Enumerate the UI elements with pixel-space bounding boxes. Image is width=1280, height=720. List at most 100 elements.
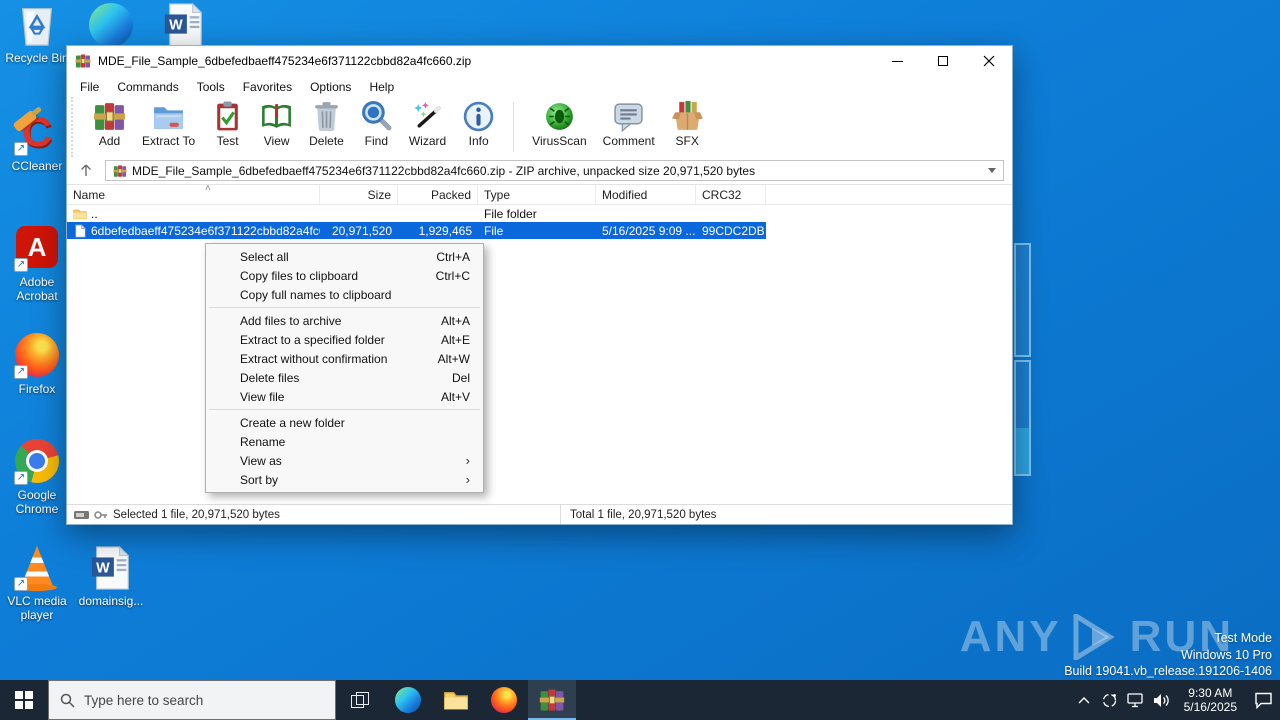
menu-separator: [209, 409, 480, 410]
toolbar-info-button[interactable]: Info: [454, 100, 503, 148]
column-header-packed[interactable]: Packed: [398, 185, 478, 204]
toolbar-wizard-button[interactable]: Wizard: [401, 100, 454, 148]
up-directory-button[interactable]: [73, 160, 99, 181]
shortcut-arrow-icon: ↗: [14, 577, 28, 591]
sfx-icon: [671, 100, 704, 133]
menu-tools[interactable]: Tools: [188, 78, 234, 96]
action-center-icon: [1254, 692, 1272, 709]
desktop-icon-firefox[interactable]: ↗ Firefox: [0, 332, 76, 396]
desktop-icon-label: CCleaner: [11, 159, 63, 173]
menu-item-view-as[interactable]: View as: [206, 451, 483, 470]
find-icon: [360, 100, 393, 133]
chevron-down-icon[interactable]: [988, 168, 996, 173]
shortcut-label: Alt+A: [440, 313, 470, 328]
status-selected: Selected 1 file, 20,971,520 bytes: [67, 505, 561, 524]
firefox-icon: [491, 687, 517, 713]
desktop-icon-recycle-bin[interactable]: Recycle Bin: [0, 2, 76, 65]
action-center-button[interactable]: [1246, 680, 1280, 720]
column-header-name[interactable]: Name: [67, 185, 320, 204]
menu-item-view-file[interactable]: View file Alt+V: [206, 387, 483, 406]
desktop-icon-word-doc[interactable]: [145, 2, 223, 48]
window-title: MDE_File_Sample_6dbefedbaeff475234e6f371…: [98, 54, 472, 68]
taskbar-edge-button[interactable]: [384, 680, 432, 720]
menu-item-sort-by[interactable]: Sort by: [206, 470, 483, 489]
desktop-icon-label: Recycle Bin: [5, 51, 69, 65]
menu-item-create-new-folder[interactable]: Create a new folder: [206, 413, 483, 432]
context-menu: Select all Ctrl+A Copy files to clipboar…: [205, 243, 484, 493]
toolbar-extract-to-button[interactable]: Extract To: [134, 100, 203, 148]
info-icon: [462, 100, 495, 133]
add-icon: [93, 100, 126, 133]
desktop-icon-vlc[interactable]: ↗ VLC media player: [0, 545, 76, 622]
toolbar-view-button[interactable]: View: [252, 100, 301, 148]
maximize-button[interactable]: [920, 46, 966, 76]
watermark-os: Windows 10 Pro: [1180, 647, 1272, 662]
tray-status-button[interactable]: [1097, 680, 1123, 720]
menu-favorites[interactable]: Favorites: [234, 78, 301, 96]
desktop-icon-ccleaner[interactable]: C ↗ CCleaner: [0, 110, 76, 174]
menu-item-extract-to-folder[interactable]: Extract to a specified folder Alt+E: [206, 330, 483, 349]
word-document-icon: [88, 545, 134, 591]
up-arrow-icon: [81, 164, 91, 176]
anyrun-watermark-text: Test Mode Windows 10 Pro Build 19041.vb_…: [1064, 630, 1272, 680]
menu-help[interactable]: Help: [360, 78, 403, 96]
menu-item-select-all[interactable]: Select all Ctrl+A: [206, 247, 483, 266]
menu-item-rename[interactable]: Rename: [206, 432, 483, 451]
menu-file[interactable]: File: [71, 78, 108, 96]
column-header-type[interactable]: Type: [478, 185, 596, 204]
menu-item-extract-without-confirmation[interactable]: Extract without confirmation Alt+W: [206, 349, 483, 368]
toolbar-add-button[interactable]: Add: [85, 100, 134, 148]
menu-item-copy-full-names[interactable]: Copy full names to clipboard: [206, 285, 483, 304]
close-button[interactable]: [966, 46, 1012, 76]
clock-time: 9:30 AM: [1188, 686, 1233, 700]
toolbar-separator: [513, 102, 515, 152]
shortcut-label: Alt+V: [440, 389, 470, 404]
task-view-button[interactable]: [336, 680, 384, 720]
menu-bar: File Commands Tools Favorites Options He…: [67, 76, 1012, 97]
toolbar-test-button[interactable]: Test: [203, 100, 252, 148]
shortcut-label: Del: [451, 370, 470, 385]
toolbar-comment-button[interactable]: Comment: [595, 100, 663, 148]
speaker-icon: [1153, 693, 1169, 707]
winrar-app-icon: [75, 53, 91, 69]
extract-to-icon: [152, 100, 185, 133]
shortcut-arrow-icon: ↗: [14, 471, 28, 485]
comment-icon: [612, 100, 645, 133]
title-bar[interactable]: MDE_File_Sample_6dbefedbaeff475234e6f371…: [67, 46, 1012, 76]
desktop-icon-label: Adobe Acrobat: [16, 275, 58, 303]
chevron-up-icon: [1078, 697, 1090, 704]
start-button[interactable]: [0, 680, 48, 720]
column-header-crc32[interactable]: CRC32: [696, 185, 766, 204]
taskbar-search-box[interactable]: Type here to search: [48, 680, 336, 720]
desktop-icon-label: Google Chrome: [15, 488, 59, 516]
file-row-selected[interactable]: 6dbefedbaeff475234e6f371122cbbd82a4fc660…: [67, 222, 766, 239]
desktop-icon-domainsig[interactable]: domainsig...: [72, 545, 150, 608]
tray-expand-button[interactable]: [1071, 680, 1097, 720]
toolbar-find-button[interactable]: Find: [352, 100, 401, 148]
menu-item-delete-files[interactable]: Delete files Del: [206, 368, 483, 387]
toolbar-delete-button[interactable]: Delete: [301, 100, 352, 148]
column-header-size[interactable]: Size: [320, 185, 398, 204]
taskbar-firefox-button[interactable]: [480, 680, 528, 720]
winrar-archive-icon: [113, 164, 127, 178]
desktop-icon-google-chrome[interactable]: ↗ Google Chrome: [0, 438, 76, 516]
taskbar-winrar-button[interactable]: [528, 680, 576, 720]
taskbar-file-explorer-button[interactable]: [432, 680, 480, 720]
file-row-parent-dir[interactable]: .. File folder: [67, 205, 1012, 222]
menu-item-copy-files[interactable]: Copy files to clipboard Ctrl+C: [206, 266, 483, 285]
toolbar-virusscan-button[interactable]: VirusScan: [524, 100, 594, 148]
menu-options[interactable]: Options: [301, 78, 360, 96]
archive-path-combobox[interactable]: MDE_File_Sample_6dbefedbaeff475234e6f371…: [105, 160, 1004, 181]
tray-volume-button[interactable]: [1149, 680, 1175, 720]
tray-network-button[interactable]: [1123, 680, 1149, 720]
taskbar-clock[interactable]: 9:30 AM 5/16/2025: [1175, 686, 1246, 714]
menu-item-add-to-archive[interactable]: Add files to archive Alt+A: [206, 311, 483, 330]
desktop-icon-edge[interactable]: [72, 2, 150, 49]
minimize-button[interactable]: [874, 46, 920, 76]
column-header-modified[interactable]: Modified: [596, 185, 696, 204]
network-icon: [1126, 692, 1143, 707]
menu-commands[interactable]: Commands: [108, 78, 187, 96]
watermark-build: Build 19041.vb_release.191206-1406: [1064, 664, 1272, 678]
toolbar-sfx-button[interactable]: SFX: [663, 100, 712, 148]
desktop-icon-adobe-acrobat[interactable]: A ↗ Adobe Acrobat: [0, 224, 76, 303]
